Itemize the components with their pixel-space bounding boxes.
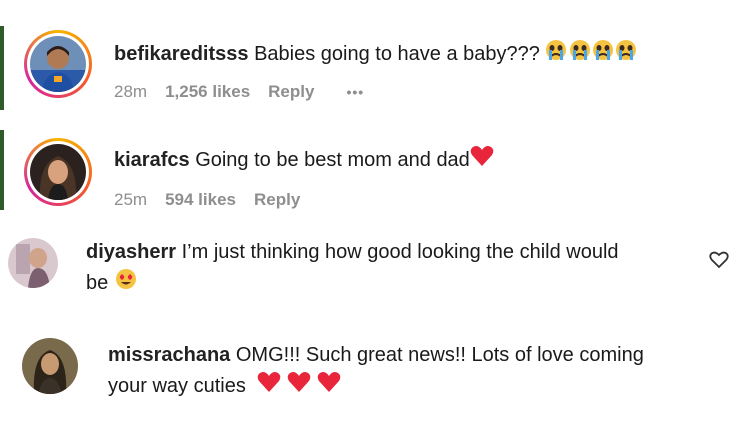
avatar[interactable] (8, 238, 58, 288)
username[interactable]: diyasherr (86, 241, 176, 263)
comment-body: I’m just thinking how good looking the c… (181, 241, 619, 263)
comment-meta: 25m 594 likes Reply (114, 190, 300, 210)
heart-eyes-emoji-icon (114, 267, 138, 300)
comment-text: befikareditsss Babies going to have a ba… (114, 38, 637, 71)
avatar-story-ring[interactable] (24, 30, 92, 98)
left-edge-strip (0, 26, 4, 110)
reply-button[interactable]: Reply (254, 190, 300, 210)
reply-button[interactable]: Reply (268, 82, 314, 102)
timestamp: 25m (114, 190, 148, 209)
username[interactable]: missrachana (108, 344, 230, 366)
avatar (30, 36, 86, 92)
avatar (30, 144, 86, 200)
username[interactable]: befikareditsss (114, 43, 249, 65)
crying-emoji-icon (545, 38, 637, 71)
comment-text: kiarafcs Going to be best mom and dad (114, 145, 494, 176)
comment-body-cont: your way cuties (108, 374, 246, 397)
likes-count[interactable]: 594 likes (165, 190, 236, 210)
comment-body: Going to be best mom and dad (195, 149, 470, 171)
comment-body: OMG!!! Such great news!! Lots of love co… (235, 344, 644, 366)
username[interactable]: kiarafcs (114, 149, 190, 171)
left-edge-strip (0, 130, 4, 210)
more-icon[interactable]: ••• (346, 84, 364, 100)
comment-body-cont: be (86, 271, 109, 294)
comment-meta: 28m 1,256 likes Reply ••• (114, 82, 364, 102)
comment-text: diyasherr I’m just thinking how good loo… (86, 237, 686, 300)
comment-body: Babies going to have a baby??? (254, 42, 540, 65)
like-heart-outline-icon[interactable] (709, 251, 729, 274)
avatar[interactable] (22, 338, 78, 394)
comment-text: missrachana OMG!!! Such great news!! Lot… (108, 340, 738, 403)
red-heart-icon (257, 370, 341, 403)
timestamp: 28m (114, 82, 148, 101)
avatar-story-ring[interactable] (24, 138, 92, 206)
likes-count[interactable]: 1,256 likes (165, 82, 250, 102)
red-heart-icon (470, 145, 494, 176)
